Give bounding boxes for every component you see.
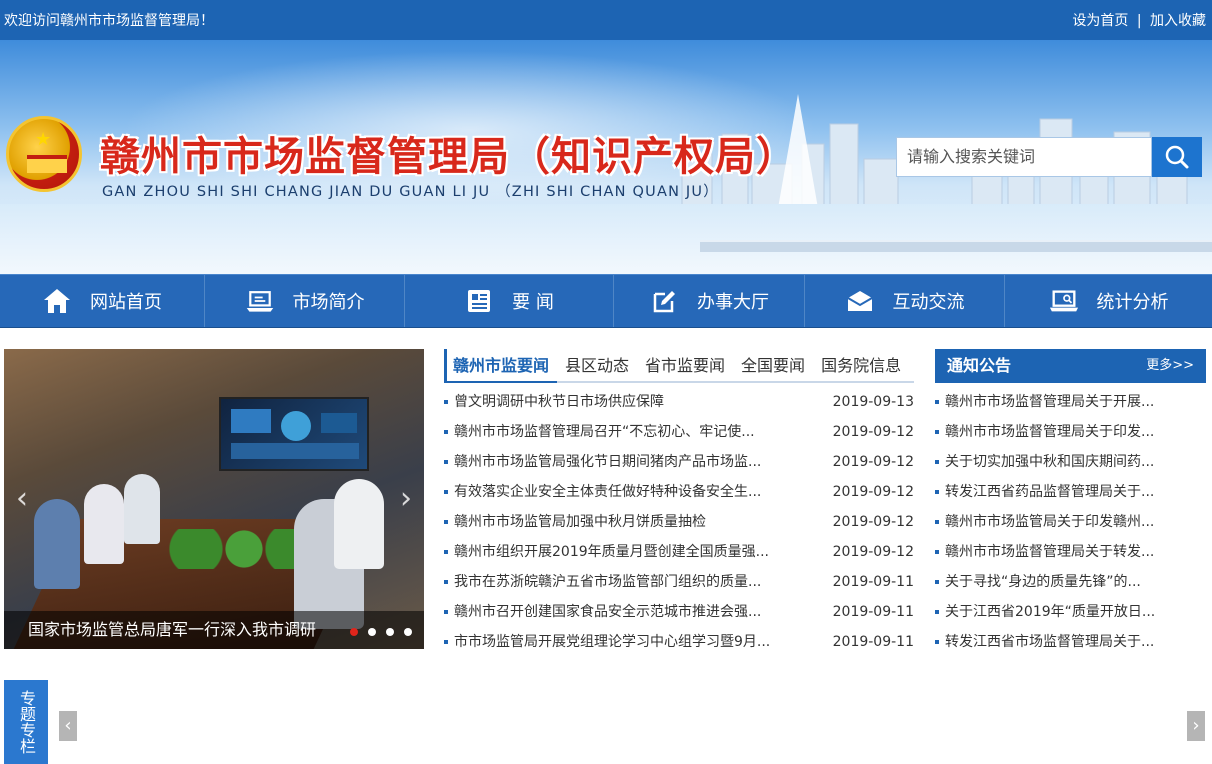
notices-header: 通知公告 更多>> (935, 349, 1206, 383)
national-emblem-logo: ★ (6, 116, 82, 192)
list-item[interactable]: 关于切实加强中秋和国庆期间药... (935, 447, 1206, 477)
news-tabs: 赣州市监要闻 县区动态 省市监要闻 全国要闻 国务院信息 (444, 349, 914, 383)
list-item[interactable]: 曾文明调研中秋节日市场供应保障 2019-09-13 (444, 387, 914, 417)
nav-label: 网站首页 (90, 292, 162, 313)
nav-label: 市场简介 (292, 292, 365, 313)
newspaper-icon (464, 286, 494, 316)
slider-next-arrow[interactable]: › (394, 479, 418, 519)
list-item[interactable]: 赣州市市场监管局关于印发赣州... (935, 507, 1206, 537)
site-subtitle: GAN ZHOU SHI SHI CHANG JIAN DU GUAN LI J… (102, 184, 719, 200)
edit-icon (649, 286, 679, 316)
notices-list: 赣州市市场监督管理局关于开展... 赣州市市场监督管理局关于印发... 关于切实… (935, 387, 1206, 657)
nav-label: 统计分析 (1096, 292, 1169, 313)
list-item[interactable]: 有效落实企业安全主体责任做好特种设备安全生... 2019-09-12 (444, 477, 914, 507)
mail-icon (845, 286, 875, 316)
meeting-screen-image (219, 397, 369, 471)
slider-prev-arrow[interactable]: ‹ (10, 479, 34, 519)
special-column-label[interactable]: 专题专栏 (4, 680, 48, 764)
notices-title: 通知公告 (947, 356, 1012, 375)
list-item[interactable]: 赣州市市场监督管理局关于转发... (935, 537, 1206, 567)
nav-item-statistics[interactable]: 统计分析 (1005, 275, 1212, 327)
news-photo-slider[interactable]: ‹ › 国家市场监管总局唐军一行深入我市调研 (4, 349, 424, 649)
nav-item-news[interactable]: 要 闻 (405, 275, 614, 327)
link-separator: | (1136, 13, 1142, 29)
top-bar: 欢迎访问赣州市市场监督管理局！ 设为首页 | 加入收藏 (0, 0, 1212, 40)
bridge-deck (700, 240, 1212, 252)
nav-label: 办事大厅 (697, 292, 769, 313)
notices-panel: 通知公告 更多>> 赣州市市场监督管理局关于开展... 赣州市市场监督管理局关于… (935, 349, 1206, 650)
list-item[interactable]: 转发江西省市场监督管理局关于... (935, 627, 1206, 657)
list-item[interactable]: 赣州市市场监督管理局召开“不忘初心、牢记使... 2019-09-12 (444, 417, 914, 447)
nav-item-service-hall[interactable]: 办事大厅 (614, 275, 805, 327)
slider-dot[interactable] (404, 628, 412, 636)
nav-label: 要 闻 (512, 292, 554, 313)
slider-dot[interactable] (386, 628, 394, 636)
search-input[interactable]: 请输入搜索关键词 (896, 137, 1152, 177)
slider-dot[interactable] (350, 628, 358, 636)
header-banner: ★ 赣州市市场监督管理局（知识产权局） GAN ZHOU SHI SHI CHA… (0, 40, 1212, 274)
nav-item-interaction[interactable]: 互动交流 (805, 275, 1005, 327)
list-item[interactable]: 关于寻找“身边的质量先锋”的... (935, 567, 1206, 597)
tab-county-news[interactable]: 县区动态 (557, 349, 637, 381)
set-home-link[interactable]: 设为首页 (1072, 13, 1128, 29)
tab-ganzhou-news[interactable]: 赣州市监要闻 (444, 349, 558, 383)
home-icon (42, 286, 72, 316)
search-box: 请输入搜索关键词 (896, 137, 1202, 177)
nav-label: 互动交流 (892, 292, 965, 313)
tab-national-news[interactable]: 全国要闻 (733, 349, 813, 381)
slider-dot[interactable] (368, 628, 376, 636)
list-item[interactable]: 赣州市市场监管局加强中秋月饼质量抽检 2019-09-12 (444, 507, 914, 537)
list-item[interactable]: 赣州市市场监督管理局关于印发... (935, 417, 1206, 447)
list-item[interactable]: 关于江西省2019年“质量开放日... (935, 597, 1206, 627)
add-favorite-link[interactable]: 加入收藏 (1150, 13, 1206, 29)
list-item[interactable]: 赣州市市场监管局强化节日期间猪肉产品市场监... 2019-09-12 (444, 447, 914, 477)
list-item[interactable]: 赣州市组织开展2019年质量月暨创建全国质量强... 2019-09-12 (444, 537, 914, 567)
list-item[interactable]: 赣州市召开创建国家食品安全示范城市推进会强... 2019-09-11 (444, 597, 914, 627)
laptop-icon (245, 286, 275, 316)
list-item[interactable]: 转发江西省药品监督管理局关于... (935, 477, 1206, 507)
welcome-text: 欢迎访问赣州市市场监督管理局！ (4, 13, 214, 29)
site-title: 赣州市市场监督管理局（知识产权局） (100, 134, 797, 180)
list-item[interactable]: 市市场监管局开展党组理论学习中心组学习暨9月... 2019-09-11 (444, 627, 914, 657)
top-links: 设为首页 | 加入收藏 (1072, 10, 1206, 30)
list-item[interactable]: 赣州市市场监督管理局关于开展... (935, 387, 1206, 417)
news-panel: 赣州市监要闻 县区动态 省市监要闻 全国要闻 国务院信息 曾文明调研中秋节日市场… (444, 349, 914, 650)
computer-icon (1049, 286, 1079, 316)
main-nav: 网站首页 市场简介 要 闻 办事大厅 互动交流 统计分析 (0, 274, 1212, 328)
river-image (0, 204, 1212, 274)
slider-dots (350, 628, 412, 636)
search-button[interactable] (1152, 137, 1202, 177)
tab-province-news[interactable]: 省市监要闻 (637, 349, 733, 381)
news-list: 曾文明调研中秋节日市场供应保障 2019-09-13 赣州市市场监督管理局召开“不… (444, 387, 914, 657)
nav-item-market-intro[interactable]: 市场简介 (205, 275, 405, 327)
nav-item-home[interactable]: 网站首页 (0, 275, 205, 327)
carousel-prev-button[interactable]: ‹ (59, 711, 77, 741)
list-item[interactable]: 我市在苏浙皖赣沪五省市场监管部门组织的质量... 2019-09-11 (444, 567, 914, 597)
carousel-next-button[interactable]: › (1187, 711, 1205, 741)
more-link[interactable]: 更多>> (1146, 349, 1194, 383)
tab-state-council-info[interactable]: 国务院信息 (813, 349, 909, 381)
search-icon (1165, 145, 1189, 169)
